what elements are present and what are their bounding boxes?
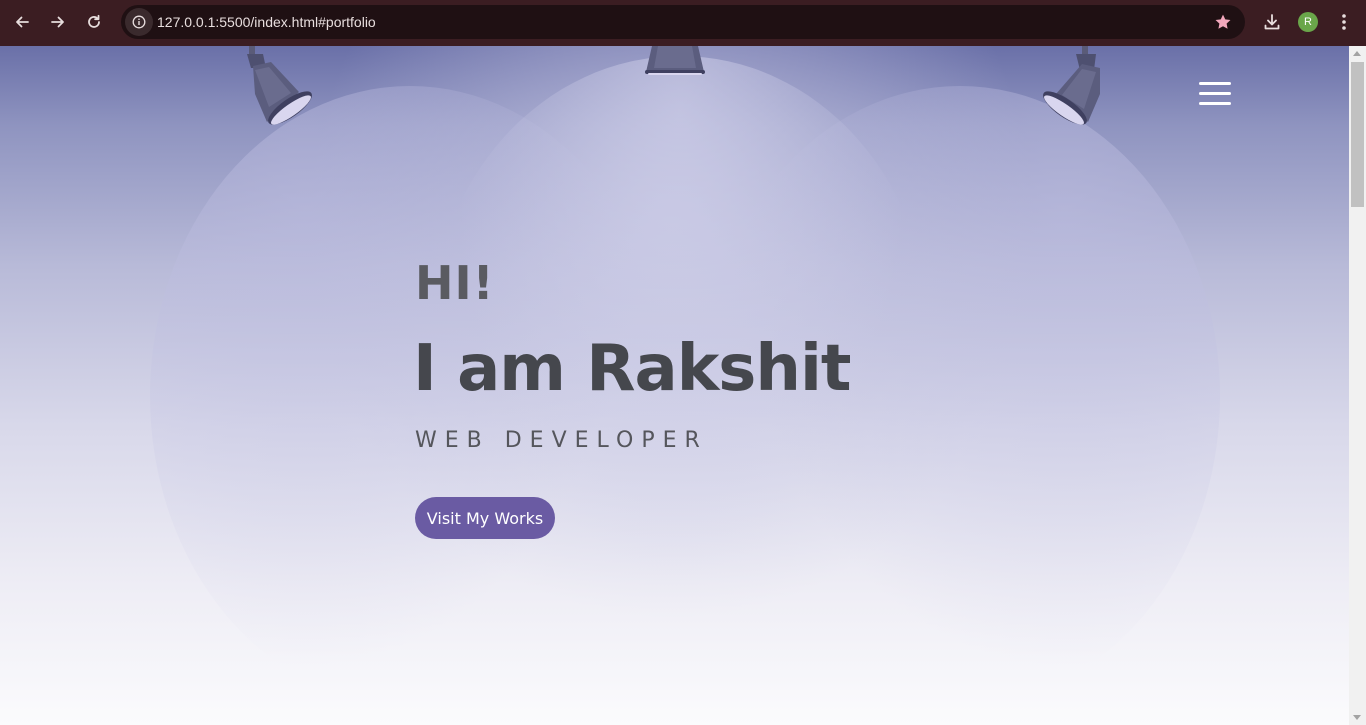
forward-button[interactable] [43, 7, 73, 37]
spotlight-right-icon [1043, 46, 1100, 125]
visit-my-works-button[interactable]: Visit My Works [415, 497, 555, 539]
reload-icon [88, 14, 100, 28]
bookmark-button[interactable] [1213, 12, 1233, 32]
hero-greeting: HI! [415, 256, 495, 310]
page-scrollbar[interactable] [1349, 46, 1366, 725]
scroll-down-arrow-icon[interactable] [1353, 715, 1361, 720]
hamburger-menu-icon[interactable] [1199, 82, 1231, 106]
star-icon [1215, 14, 1231, 29]
more-vertical-icon [1342, 14, 1346, 30]
arrow-left-icon [16, 16, 29, 28]
reload-button[interactable] [79, 7, 109, 37]
back-button[interactable] [7, 7, 37, 37]
menu-bar-line [1199, 82, 1231, 85]
menu-bar-line [1199, 102, 1231, 105]
menu-bar-line [1199, 92, 1231, 95]
spotlight-center-icon [645, 46, 705, 75]
browser-menu-button[interactable] [1332, 9, 1356, 35]
download-icon [1264, 14, 1280, 30]
arrow-right-icon [51, 16, 64, 28]
profile-avatar[interactable]: R [1298, 12, 1318, 32]
downloads-button[interactable] [1259, 9, 1285, 35]
scrollbar-thumb[interactable] [1351, 62, 1364, 207]
scroll-up-arrow-icon[interactable] [1353, 51, 1361, 56]
url-text[interactable]: 127.0.0.1:5500/index.html#portfolio [157, 5, 376, 39]
address-bar[interactable]: 127.0.0.1:5500/index.html#portfolio [121, 5, 1245, 39]
site-info-button[interactable] [125, 8, 153, 36]
info-icon [132, 15, 146, 29]
hero-role: WEB DEVELOPER [415, 428, 708, 453]
hero-name: I am Rakshit [413, 332, 851, 406]
spotlight-left-icon [247, 46, 312, 125]
page-viewport: HI! I am Rakshit WEB DEVELOPER Visit My … [0, 46, 1349, 725]
browser-toolbar: 127.0.0.1:5500/index.html#portfolio R [0, 0, 1366, 46]
